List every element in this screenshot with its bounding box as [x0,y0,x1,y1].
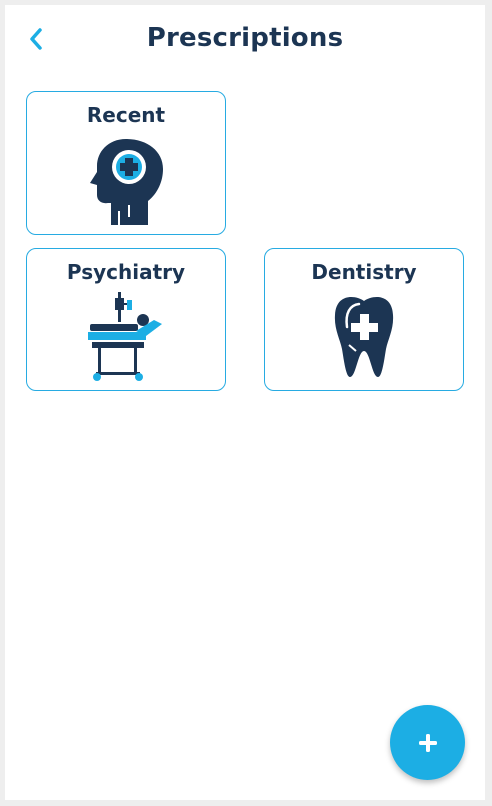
card-label: Dentistry [311,260,417,284]
add-prescription-button[interactable] [390,705,465,780]
header: Prescriptions [5,5,485,77]
tooth-medical-cross-icon [334,296,394,377]
hospital-bed-patient-icon [88,292,162,381]
card-label: Psychiatry [66,260,186,284]
head-medical-cross-icon [90,139,163,225]
card-label: Recent [86,103,166,127]
category-card-dentistry[interactable]: Dentistry [264,248,464,391]
category-card-recent[interactable]: Recent [26,91,226,235]
plus-icon [418,733,437,752]
page-title: Prescriptions [146,23,344,53]
category-card-psychiatry[interactable]: Psychiatry [26,248,226,391]
prescriptions-screen: Prescriptions Recent Psychiatry Dentistr… [5,5,485,800]
